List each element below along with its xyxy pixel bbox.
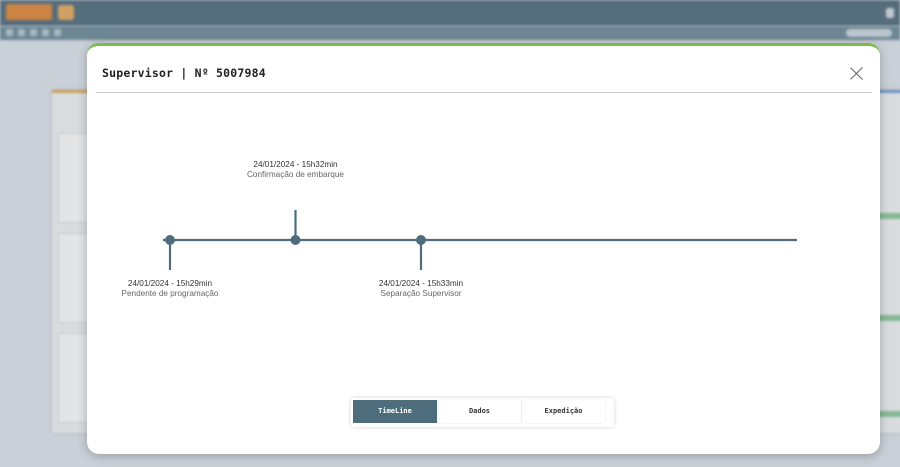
modal-tabs: TimeLine Dados Expedição [351, 398, 614, 427]
timeline-point [165, 235, 175, 245]
timeline-event: 24/01/2024 - 15h33min Separação Supervis… [331, 279, 511, 299]
timeline-point [290, 235, 301, 245]
event-date: 24/01/2024 - 15h33min [378, 279, 464, 288]
supervisor-modal: Supervisor | Nº 5007984 24/01/2024 - 15h… [87, 43, 880, 454]
event-date: 24/01/2024 - 15h29min [127, 279, 213, 288]
event-date: 24/01/2024 - 15h32min [253, 160, 338, 169]
tab-dados[interactable]: Dados [438, 400, 521, 423]
timeline-event: 24/01/2024 - 15h32min Confirmação de emb… [206, 160, 386, 180]
timeline-chart [163, 210, 797, 270]
event-label: Confirmação de embarque [247, 170, 344, 179]
timeline-event: 24/01/2024 - 15h29min Pendente de progra… [80, 279, 260, 299]
event-label: Pendente de programação [121, 289, 219, 298]
tab-timeline[interactable]: TimeLine [353, 400, 437, 423]
event-label: Separação Supervisor [380, 289, 462, 298]
tab-expedicao[interactable]: Expedição [522, 400, 605, 423]
timeline-point [416, 235, 426, 245]
